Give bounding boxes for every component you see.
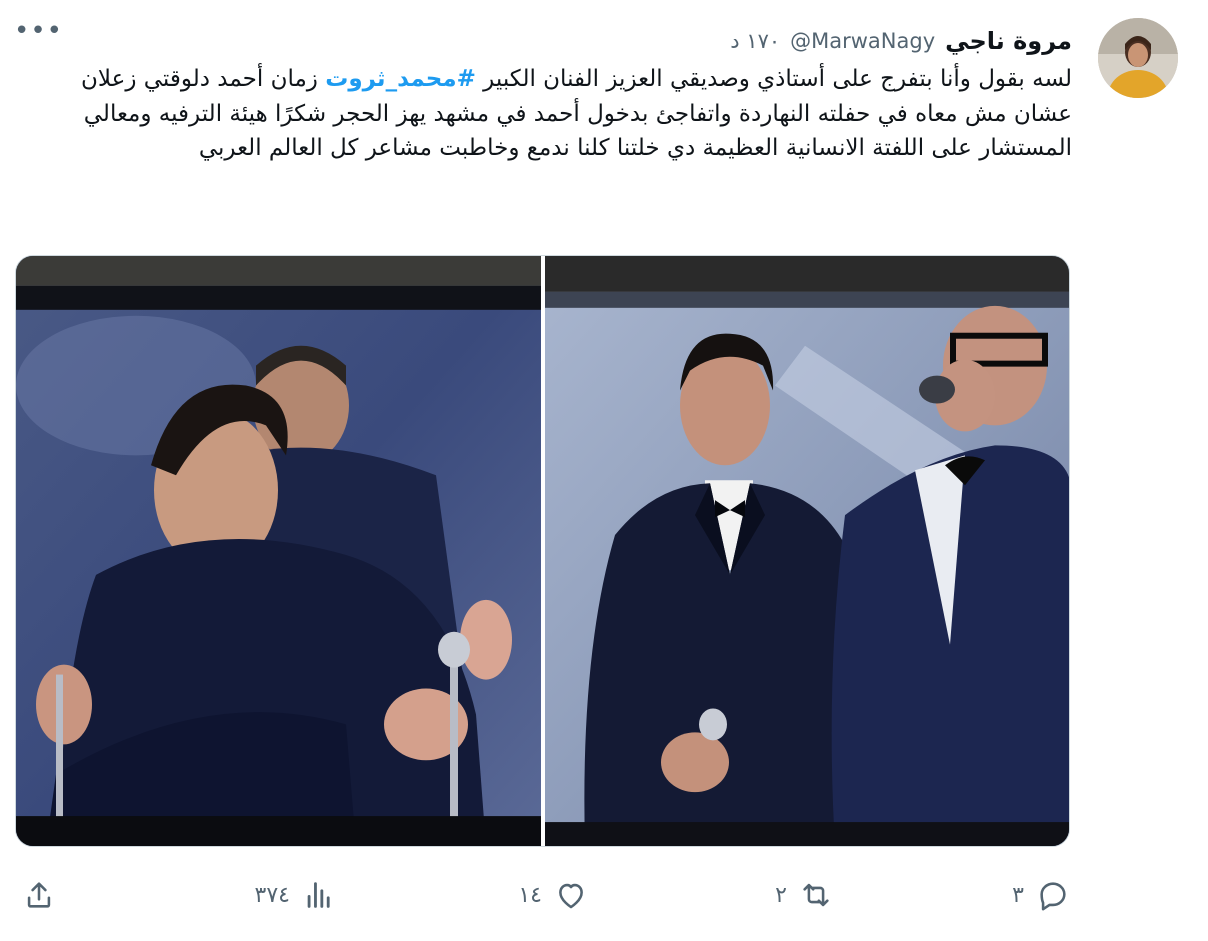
avatar-image xyxy=(1098,18,1178,98)
reply-icon xyxy=(1036,878,1070,912)
like-icon xyxy=(554,878,588,912)
reply-button[interactable]: ٣ xyxy=(1012,868,1070,922)
more-icon: ••• xyxy=(14,16,64,46)
more-options-button[interactable]: ••• xyxy=(14,18,62,52)
author-name[interactable]: مروة ناجي xyxy=(945,27,1072,55)
views-button[interactable]: ٣٧٤ xyxy=(255,868,336,922)
like-button[interactable]: ١٤ xyxy=(518,868,588,922)
hug-photo[interactable] xyxy=(16,256,541,846)
share-button[interactable] xyxy=(22,868,56,922)
media-grid xyxy=(15,255,1070,847)
retweet-count: ٢ xyxy=(775,882,787,908)
hashtag-link[interactable]: #محمد_ثروت xyxy=(325,66,476,92)
tweet: ••• مروة ناجي @MarwaNagy ١٧٠ د لسه بقول … xyxy=(0,0,1208,941)
author-handle[interactable]: @MarwaNagy xyxy=(790,29,935,53)
retweet-button[interactable]: ٢ xyxy=(775,868,833,922)
retweet-icon xyxy=(799,878,833,912)
tweet-actions: ٣ ٢ ١٤ ٣٧٤ xyxy=(0,868,1208,922)
views-icon xyxy=(302,878,336,912)
like-count: ١٤ xyxy=(518,882,542,908)
stage-photo[interactable] xyxy=(545,256,1069,846)
share-icon xyxy=(22,878,56,912)
tweet-timestamp[interactable]: ١٧٠ د xyxy=(730,29,780,53)
avatar[interactable] xyxy=(1098,18,1178,98)
tweet-text-start: لسه بقول وأنا بتفرج على أستاذي وصديقي ال… xyxy=(475,66,1072,92)
reply-count: ٣ xyxy=(1012,882,1024,908)
views-count: ٣٧٤ xyxy=(254,882,290,908)
tweet-header: مروة ناجي @MarwaNagy ١٧٠ د xyxy=(730,24,1072,58)
tweet-text: لسه بقول وأنا بتفرج على أستاذي وصديقي ال… xyxy=(18,62,1072,166)
